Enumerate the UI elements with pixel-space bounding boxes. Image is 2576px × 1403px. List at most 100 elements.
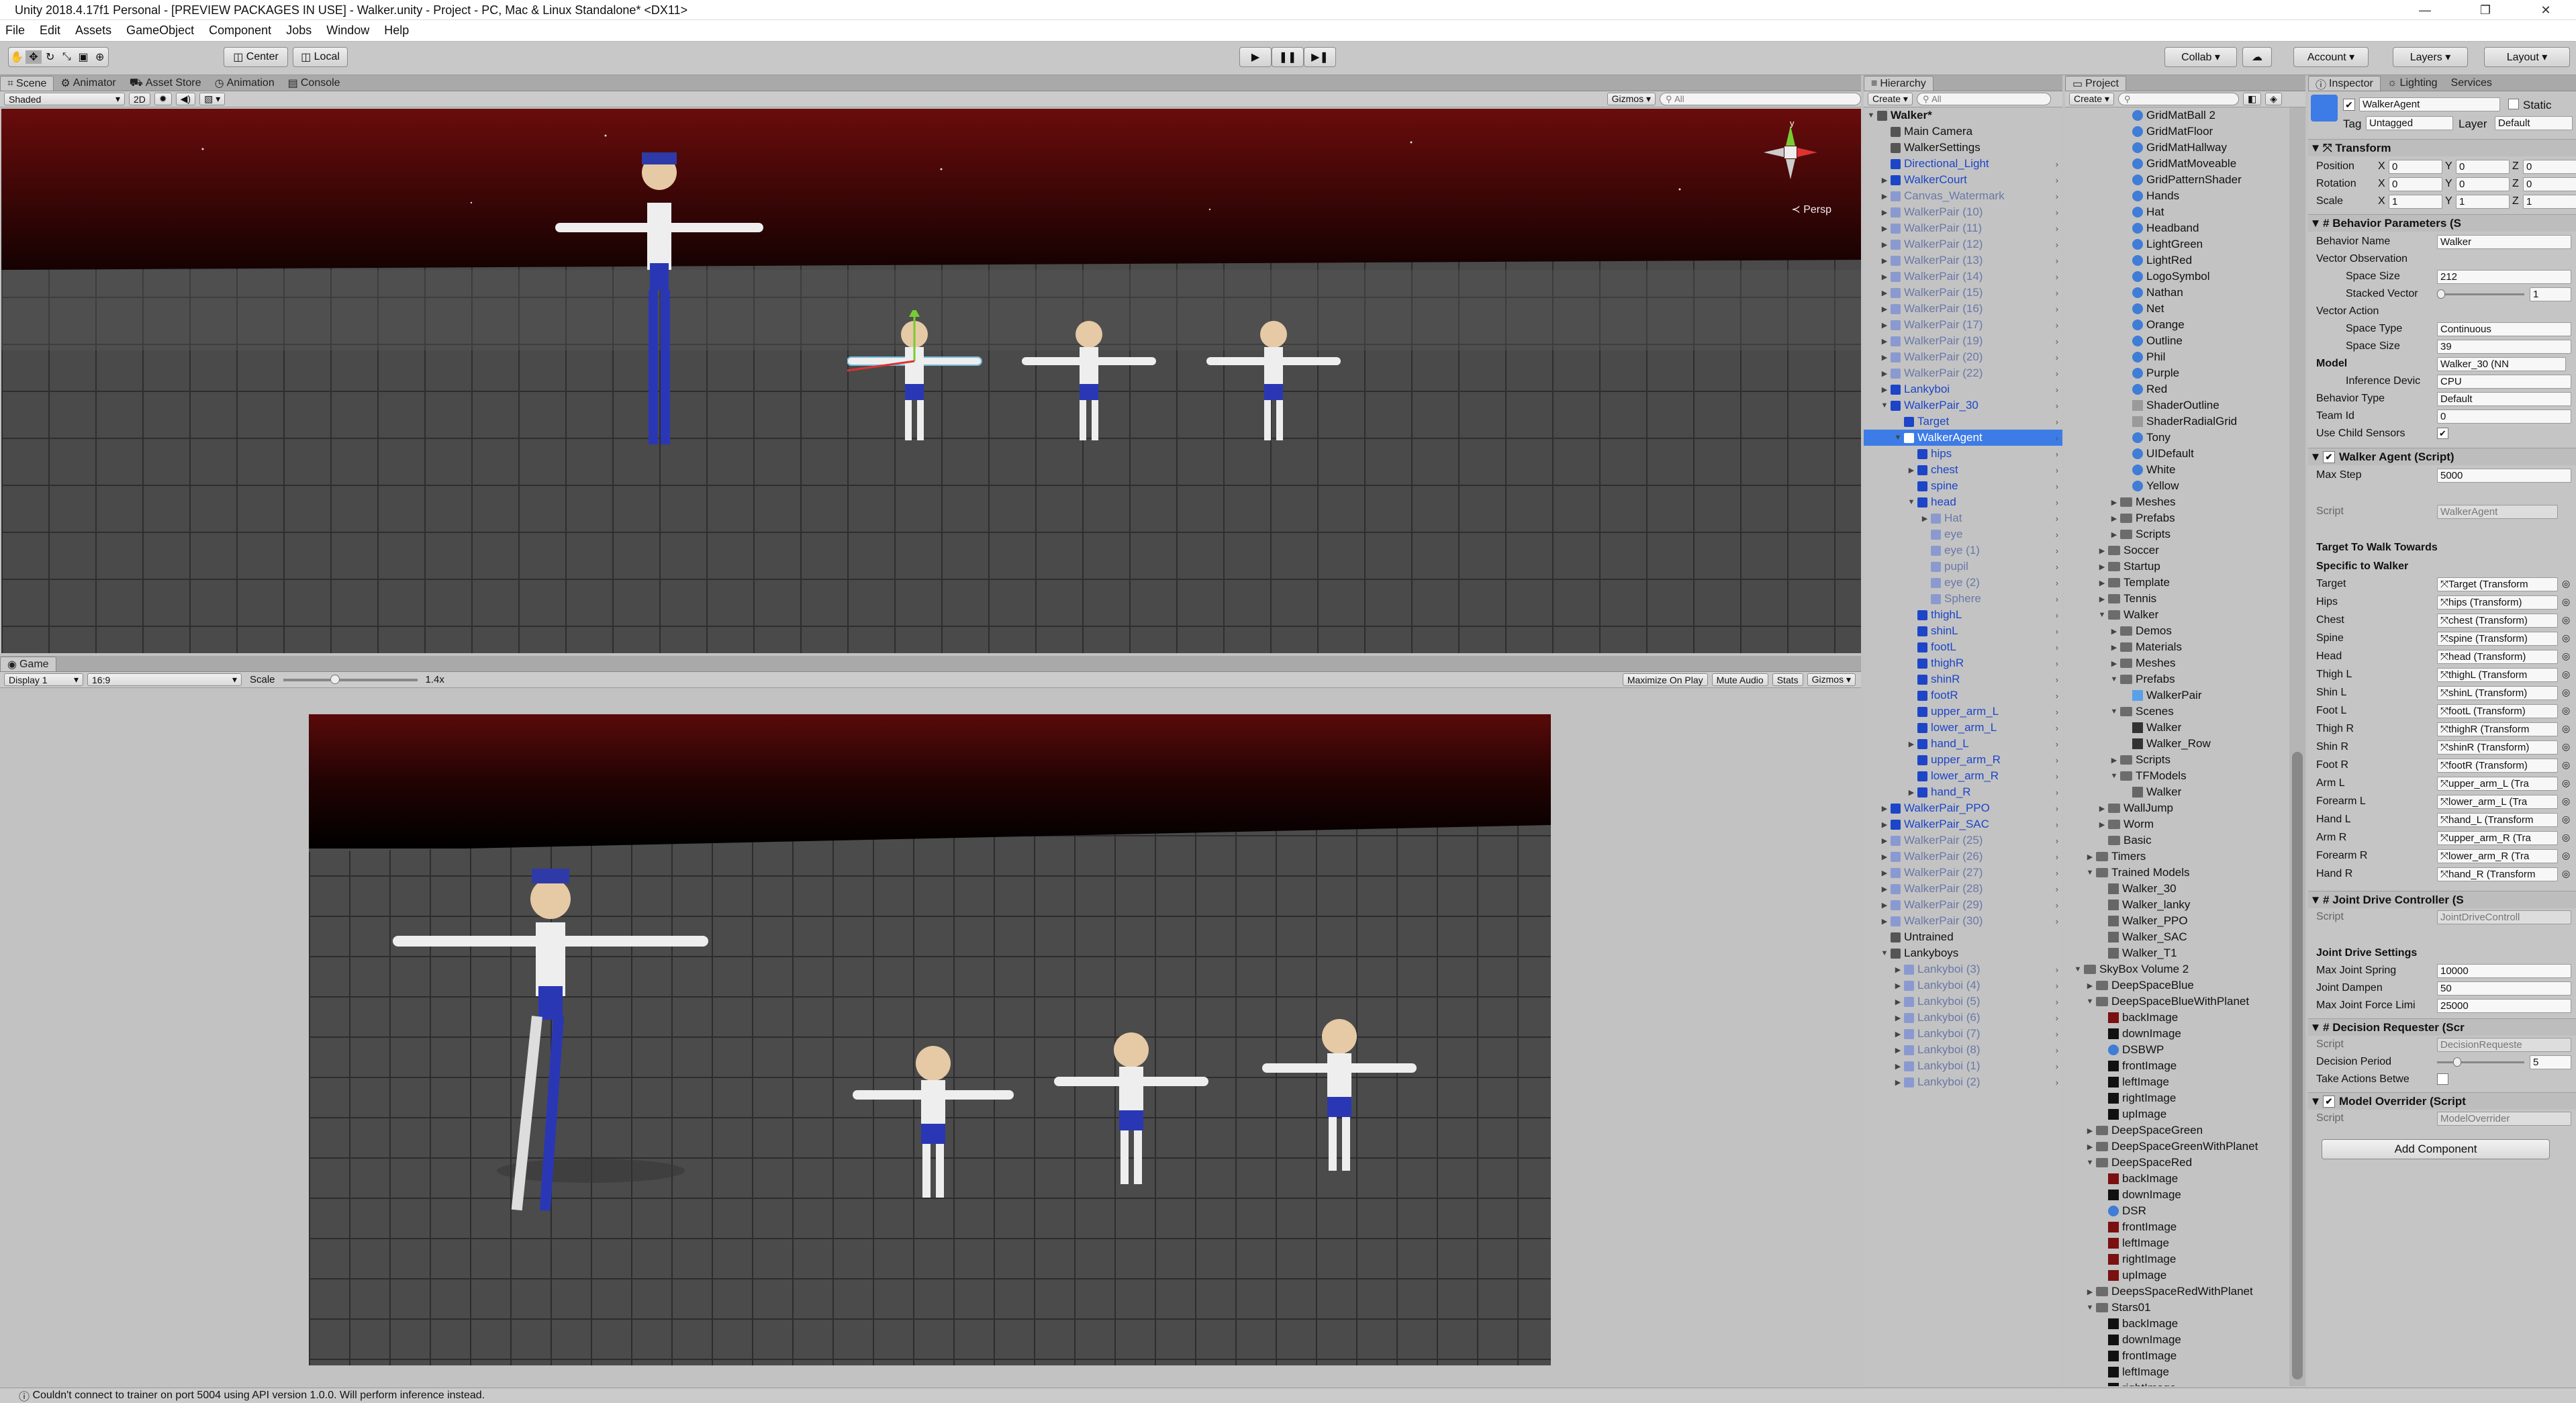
project-item[interactable]: Basic bbox=[2065, 832, 2289, 849]
collapsed-arrow-icon[interactable]: ▶ bbox=[2085, 1143, 2095, 1151]
collapsed-arrow-icon[interactable]: ▶ bbox=[1893, 1014, 1903, 1022]
expanded-arrow-icon[interactable]: ▼ bbox=[1880, 949, 1889, 957]
prefab-open-icon[interactable]: › bbox=[2056, 191, 2058, 201]
add-component-button[interactable]: Add Component bbox=[2322, 1139, 2550, 1159]
project-item[interactable]: ▶ Tennis bbox=[2065, 591, 2289, 607]
collapsed-arrow-icon[interactable]: ▶ bbox=[1893, 1062, 1903, 1071]
body-part-reference-field[interactable]: ⤧ hand_R (Transform bbox=[2437, 867, 2558, 881]
collapsed-arrow-icon[interactable]: ▶ bbox=[1920, 514, 1929, 523]
hierarchy-item[interactable]: ▶ chest › bbox=[1864, 462, 2062, 478]
expanded-arrow-icon[interactable]: ▼ bbox=[2085, 998, 2095, 1006]
project-item[interactable]: ▶ Scripts bbox=[2065, 752, 2289, 768]
project-item[interactable]: Outline bbox=[2065, 333, 2289, 349]
hierarchy-item[interactable]: ▶ WalkerPair (11) › bbox=[1864, 220, 2062, 236]
team-id-field[interactable]: 0 bbox=[2437, 409, 2571, 424]
project-item[interactable]: ▶ Materials bbox=[2065, 639, 2289, 655]
prefab-open-icon[interactable]: › bbox=[2056, 417, 2058, 427]
hierarchy-item[interactable]: ▶ WalkerPair (25) › bbox=[1864, 832, 2062, 849]
project-item[interactable]: Nathan bbox=[2065, 285, 2289, 301]
mo-script-field[interactable]: ModelOverrider bbox=[2437, 1111, 2571, 1126]
project-item[interactable]: Phil bbox=[2065, 349, 2289, 365]
project-item[interactable]: ▼ DeepSpaceBlueWithPlanet bbox=[2065, 994, 2289, 1010]
object-picker-icon[interactable]: ◎ bbox=[2562, 759, 2570, 771]
prefab-open-icon[interactable]: › bbox=[2056, 1061, 2058, 1071]
transform-x-field[interactable]: 1 bbox=[2389, 194, 2442, 209]
scene-search-input[interactable]: ⚲ All bbox=[1660, 93, 1861, 105]
prefab-open-icon[interactable]: › bbox=[2056, 900, 2058, 910]
hierarchy-search-input[interactable]: ⚲ All bbox=[1916, 93, 2051, 105]
body-part-reference-field[interactable]: ⤧ thighL (Transform bbox=[2437, 667, 2558, 682]
project-item[interactable]: Walker_SAC bbox=[2065, 929, 2289, 945]
hierarchy-item[interactable]: ▶ WalkerPair (28) › bbox=[1864, 881, 2062, 897]
pivot-local-button[interactable]: ◫ Local bbox=[293, 47, 348, 67]
gizmos-dropdown[interactable]: Gizmos ▾ bbox=[1607, 93, 1656, 105]
collapsed-arrow-icon[interactable]: ▶ bbox=[1880, 192, 1889, 201]
hierarchy-item[interactable]: ▶ Canvas_Watermark › bbox=[1864, 188, 2062, 204]
rect-tool-icon[interactable]: ▣ bbox=[75, 50, 92, 64]
project-item[interactable]: ▼ Stars01 bbox=[2065, 1300, 2289, 1316]
hierarchy-item[interactable]: shinR › bbox=[1864, 671, 2062, 687]
prefab-open-icon[interactable]: › bbox=[2056, 820, 2058, 830]
hierarchy-item[interactable]: ▶ Lankyboi (4) › bbox=[1864, 977, 2062, 994]
project-item[interactable]: Walker_30 bbox=[2065, 881, 2289, 897]
body-part-reference-field[interactable]: ⤧ head (Transform) bbox=[2437, 649, 2558, 664]
object-picker-icon[interactable]: ◎ bbox=[2562, 596, 2570, 608]
hierarchy-item[interactable]: ▶ Lankyboi (1) › bbox=[1864, 1058, 2062, 1074]
hierarchy-item[interactable]: ▶ Lankyboi (6) › bbox=[1864, 1010, 2062, 1026]
prefab-open-icon[interactable]: › bbox=[2056, 836, 2058, 846]
project-item[interactable]: Red bbox=[2065, 381, 2289, 397]
hierarchy-item[interactable]: ▶ WalkerPair (13) › bbox=[1864, 252, 2062, 269]
prefab-open-icon[interactable]: › bbox=[2056, 481, 2058, 491]
prefab-open-icon[interactable]: › bbox=[2056, 804, 2058, 814]
expanded-arrow-icon[interactable]: ▼ bbox=[2109, 772, 2119, 780]
expanded-arrow-icon[interactable]: ▼ bbox=[2097, 611, 2107, 619]
project-scrollbar[interactable] bbox=[2289, 107, 2305, 1386]
hierarchy-item[interactable]: ▶ WalkerPair (16) › bbox=[1864, 301, 2062, 317]
expanded-arrow-icon[interactable]: ▼ bbox=[1893, 434, 1903, 442]
prefab-open-icon[interactable]: › bbox=[2056, 755, 2058, 765]
step-button[interactable]: ▶❚ bbox=[1304, 47, 1336, 67]
object-picker-icon[interactable]: ◎ bbox=[2562, 578, 2570, 589]
prefab-open-icon[interactable]: › bbox=[2056, 578, 2058, 588]
status-bar[interactable]: ⓘ Couldn't connect to trainer on port 50… bbox=[0, 1388, 2576, 1403]
project-item[interactable]: UIDefault bbox=[2065, 446, 2289, 462]
project-item[interactable]: rightImage bbox=[2065, 1251, 2289, 1267]
walker-sac-figure[interactable] bbox=[1206, 310, 1341, 444]
project-item[interactable]: ▶ DeepSpaceGreen bbox=[2065, 1122, 2289, 1139]
max-step-field[interactable]: 5000 bbox=[2437, 468, 2571, 483]
prefab-open-icon[interactable]: › bbox=[2056, 659, 2058, 669]
hierarchy-item[interactable]: lower_arm_L › bbox=[1864, 720, 2062, 736]
menu-file[interactable]: File bbox=[5, 23, 25, 38]
transform-y-field[interactable]: 1 bbox=[2456, 194, 2510, 209]
body-part-reference-field[interactable]: ⤧ upper_arm_R (Tra bbox=[2437, 830, 2558, 845]
project-item[interactable]: Walker bbox=[2065, 720, 2289, 736]
walker-agent-enabled-checkbox[interactable]: ✔ bbox=[2323, 450, 2335, 463]
hierarchy-item[interactable]: upper_arm_L › bbox=[1864, 704, 2062, 720]
object-picker-icon[interactable]: ◎ bbox=[2562, 705, 2570, 716]
collapsed-arrow-icon[interactable]: ▶ bbox=[1880, 353, 1889, 362]
project-item[interactable]: Hat bbox=[2065, 204, 2289, 220]
project-create-dropdown[interactable]: Create ▾ bbox=[2069, 93, 2114, 105]
prefab-open-icon[interactable]: › bbox=[2056, 514, 2058, 524]
scale-slider[interactable] bbox=[283, 674, 418, 684]
prefab-open-icon[interactable]: › bbox=[2056, 304, 2058, 314]
collapsed-arrow-icon[interactable]: ▶ bbox=[2109, 756, 2119, 765]
hierarchy-item[interactable]: ▶ WalkerPair (14) › bbox=[1864, 269, 2062, 285]
collapsed-arrow-icon[interactable]: ▶ bbox=[1907, 788, 1916, 797]
body-part-reference-field[interactable]: ⤧ lower_arm_L (Tra bbox=[2437, 794, 2558, 809]
prefab-open-icon[interactable]: › bbox=[2056, 675, 2058, 685]
behavior-parameters-header[interactable]: ▼ # Behavior Parameters (S bbox=[2308, 214, 2576, 232]
collapsed-arrow-icon[interactable]: ▶ bbox=[1880, 176, 1889, 185]
prefab-open-icon[interactable]: › bbox=[2056, 642, 2058, 652]
project-search-input[interactable]: ⚲ bbox=[2117, 93, 2239, 105]
project-item[interactable]: leftImage bbox=[2065, 1074, 2289, 1090]
collapsed-arrow-icon[interactable]: ▶ bbox=[2097, 563, 2107, 571]
project-item[interactable]: ▶ WallJump bbox=[2065, 800, 2289, 816]
project-item[interactable]: ▶ Meshes bbox=[2065, 655, 2289, 671]
project-item[interactable]: ▶ Template bbox=[2065, 575, 2289, 591]
hierarchy-item[interactable]: lower_arm_R › bbox=[1864, 768, 2062, 784]
object-picker-icon[interactable]: ◎ bbox=[2562, 777, 2570, 789]
object-picker-icon[interactable]: ◎ bbox=[2562, 741, 2570, 753]
tab-lighting[interactable]: ☼ Lighting bbox=[2381, 76, 2444, 91]
prefab-open-icon[interactable]: › bbox=[2056, 626, 2058, 636]
